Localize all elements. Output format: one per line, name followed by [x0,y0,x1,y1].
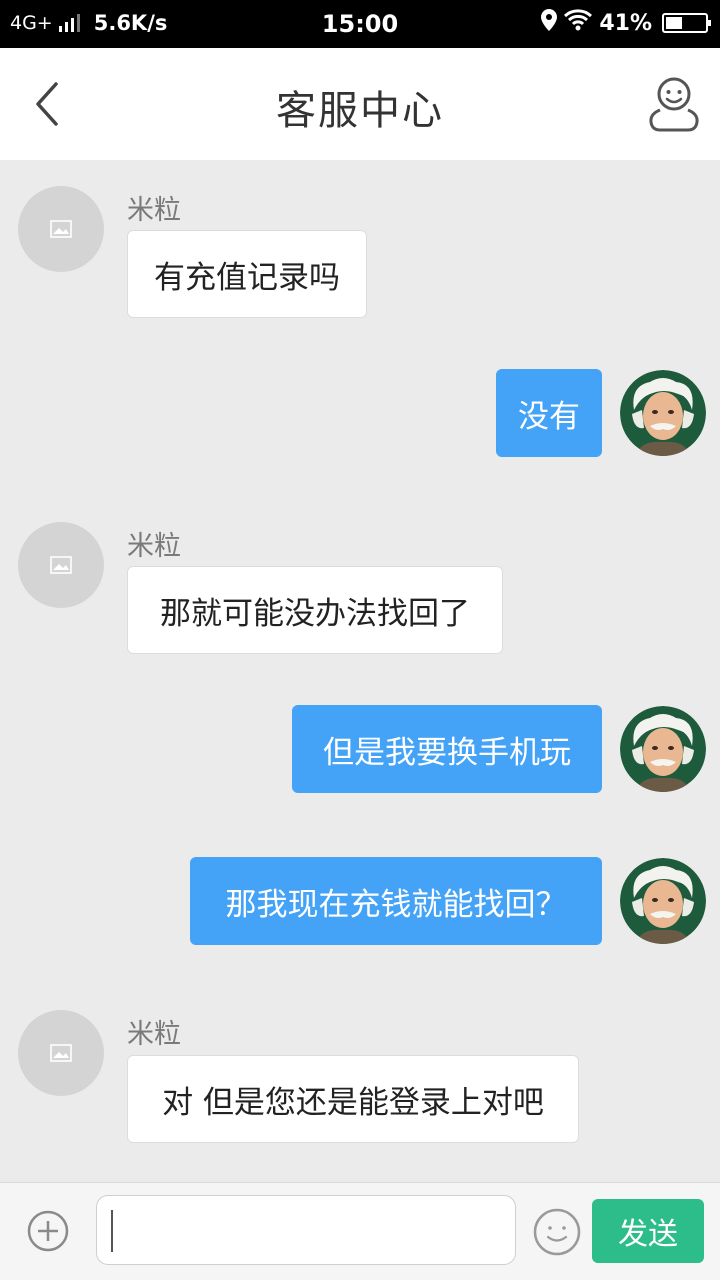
message-bubble-incoming[interactable]: 对 但是您还是能登录上对吧 [127,1055,579,1143]
more-button[interactable] [26,1209,70,1253]
einstein-avatar-icon [620,706,706,792]
battery-icon [662,13,711,33]
image-placeholder-icon [50,220,72,238]
user-profile-icon [649,77,699,132]
chat-list[interactable]: 米粒 有充值记录吗 没有 米粒 那就可能没办法找回了 但是我要换手机玩 那我现在… [0,160,720,1182]
text-caret [111,1210,113,1252]
message-bubble-outgoing[interactable]: 但是我要换手机玩 [292,705,602,793]
sender-name: 米粒 [127,195,181,226]
user-avatar[interactable] [620,370,706,456]
wifi-icon [563,9,593,37]
einstein-avatar-icon [620,370,706,456]
sender-name: 米粒 [127,1019,181,1050]
agent-avatar[interactable] [18,186,104,272]
message-bubble-outgoing[interactable]: 没有 [496,369,602,457]
image-placeholder-icon [50,1044,72,1062]
message-bubble-incoming[interactable]: 有充值记录吗 [127,230,367,318]
profile-button[interactable] [646,74,702,134]
page-title: 客服中心 [276,88,444,134]
agent-avatar[interactable] [18,522,104,608]
input-bar: 发送 [0,1182,720,1280]
sender-name: 米粒 [127,531,181,562]
einstein-avatar-icon [620,858,706,944]
plus-circle-icon [27,1210,69,1252]
user-avatar[interactable] [620,706,706,792]
battery-percent: 41% [599,10,652,36]
location-icon [541,9,558,37]
emoji-icon [533,1208,581,1256]
message-bubble-incoming[interactable]: 那就可能没办法找回了 [127,566,503,654]
send-button[interactable]: 发送 [592,1199,704,1263]
message-input[interactable] [96,1195,516,1265]
header: 客服中心 [0,48,720,160]
agent-avatar[interactable] [18,1010,104,1096]
message-bubble-outgoing[interactable]: 那我现在充钱就能找回？ [190,857,602,945]
status-bar: 4G+ 5.6K/s 15:00 41% [0,0,720,48]
image-placeholder-icon [50,556,72,574]
emoji-button[interactable] [532,1207,582,1257]
user-avatar[interactable] [620,858,706,944]
